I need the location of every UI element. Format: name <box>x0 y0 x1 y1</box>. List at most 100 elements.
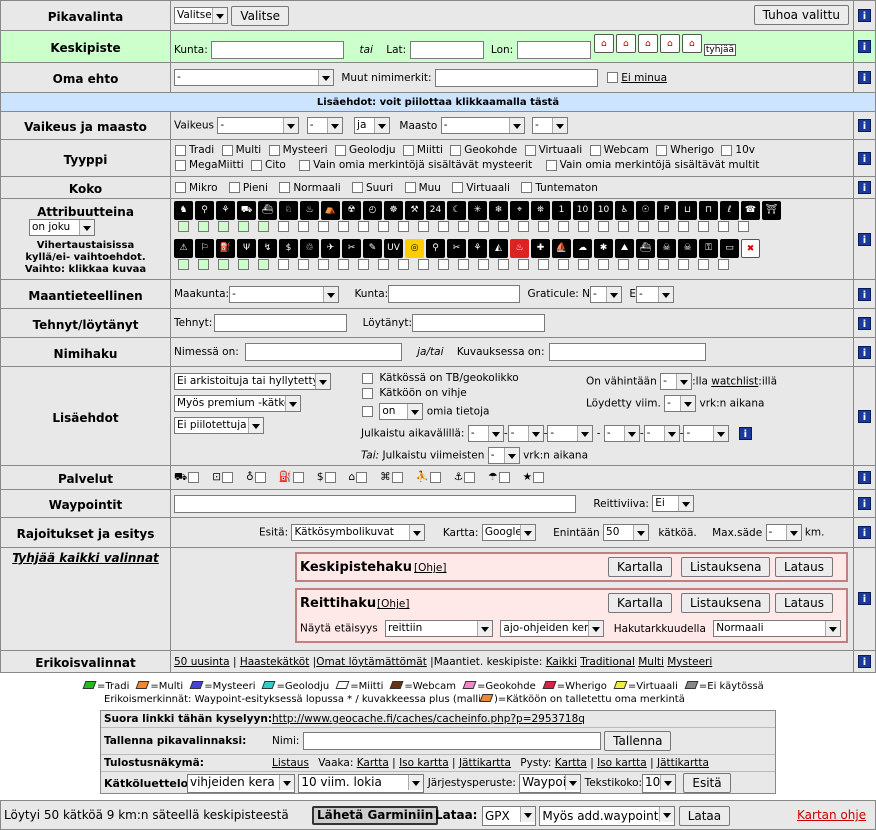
finder-input[interactable] <box>412 314 546 332</box>
row2-attribute-icon-18[interactable]: ⛵ <box>552 239 571 258</box>
row2-attribute-checkbox-14[interactable] <box>458 259 469 270</box>
row2-attribute-checkbox-2[interactable] <box>218 259 229 270</box>
type-cito-checkbox[interactable] <box>251 159 263 171</box>
type-webcam-checkbox[interactable] <box>589 144 601 156</box>
save-preset-button[interactable]: Tallenna <box>604 731 672 751</box>
row2-attribute-checkbox-24[interactable] <box>658 259 669 270</box>
row1-attribute-icon-0[interactable]: ♞ <box>174 201 193 220</box>
info-icon[interactable]: i <box>858 471 871 484</box>
size-mikro-checkbox[interactable] <box>175 182 186 193</box>
row1-attribute-icon-21[interactable]: ♿ <box>615 201 634 220</box>
center-map-button[interactable]: Kartalla <box>608 557 673 577</box>
service-checkbox-2[interactable] <box>254 471 266 483</box>
row2-attribute-checkbox-4[interactable] <box>258 259 269 270</box>
own-multis-checkbox[interactable] <box>545 159 557 171</box>
row1-attribute-icon-18[interactable]: 1 <box>552 201 571 220</box>
attribute-mode-select[interactable]: on joku <box>29 219 95 236</box>
size-muu-checkbox[interactable] <box>404 182 416 193</box>
size-suuri-checkbox[interactable] <box>352 182 364 193</box>
service-checkbox-8[interactable] <box>464 471 476 483</box>
max-count-select[interactable]: 50 <box>603 524 650 541</box>
service-checkbox-4[interactable] <box>324 471 336 483</box>
row1-attribute-icon-26[interactable]: ℓ <box>720 201 739 220</box>
info-icon[interactable]: i <box>858 526 871 539</box>
row1-attribute-icon-10[interactable]: ☸ <box>384 201 403 220</box>
row2-attribute-icon-27[interactable]: ✖ <box>741 239 760 258</box>
row2-attribute-icon-19[interactable]: ☁ <box>573 239 592 258</box>
row1-attribute-checkbox-21[interactable] <box>598 221 609 232</box>
send-garmin-button[interactable]: Lähetä Garminiin <box>312 806 439 825</box>
info-icon[interactable]: i <box>858 345 871 359</box>
challenges-link[interactable]: Haastekätköt <box>240 656 310 668</box>
route-list-button[interactable]: Listauksena <box>681 593 771 613</box>
download-button[interactable]: Lataa <box>678 806 731 826</box>
row1-attribute-checkbox-28[interactable] <box>738 221 749 232</box>
row1-attribute-checkbox-4[interactable] <box>258 221 269 232</box>
extra-conditions-toggle[interactable]: Lisäehdot: voit piilottaa klikkaamalla t… <box>0 92 876 112</box>
pub-to-year-select[interactable]: - <box>603 425 640 442</box>
row2-attribute-checkbox-5[interactable] <box>278 259 289 270</box>
row1-attribute-icon-23[interactable]: P <box>657 201 676 220</box>
row1-attribute-icon-7[interactable]: ⛺ <box>321 201 340 220</box>
lon-input[interactable] <box>516 41 591 59</box>
maakunta-select[interactable]: - <box>229 285 340 303</box>
row2-attribute-icon-13[interactable]: ✂ <box>447 239 466 258</box>
row1-attribute-checkbox-24[interactable] <box>658 221 669 232</box>
row1-attribute-icon-14[interactable]: ✳ <box>468 201 487 220</box>
distance-select[interactable]: reittiin <box>385 620 494 637</box>
list-logs-select[interactable]: 10 viim. lokia <box>298 773 425 793</box>
service-checkbox-0[interactable] <box>188 471 200 483</box>
pub-from-day-select[interactable]: - <box>547 425 594 442</box>
row1-attribute-icon-25[interactable]: ⊓ <box>699 201 718 220</box>
row1-attribute-checkbox-18[interactable] <box>538 221 549 232</box>
row2-attribute-icon-14[interactable]: ⚘ <box>468 239 487 258</box>
size-virtuaali-checkbox[interactable] <box>452 182 464 193</box>
row1-attribute-checkbox-11[interactable] <box>398 221 409 232</box>
info-icon[interactable]: i <box>738 426 752 440</box>
print-portrait-map-link[interactable]: Kartta <box>555 757 587 769</box>
map-help-link[interactable]: Kartan ohje <box>797 808 866 822</box>
row1-attribute-checkbox-14[interactable] <box>458 221 469 232</box>
row1-attribute-icon-9[interactable]: ◴ <box>363 201 382 220</box>
route-line-select[interactable]: Ei <box>652 495 695 512</box>
row1-attribute-checkbox-25[interactable] <box>678 221 689 232</box>
print-list-link[interactable]: Listaus <box>272 757 309 769</box>
own-info-checkbox[interactable] <box>362 406 373 417</box>
row2-attribute-checkbox-19[interactable] <box>558 259 569 270</box>
info-icon[interactable]: i <box>858 151 871 165</box>
home-5-icon[interactable]: ⌂ <box>681 34 702 53</box>
tb-checkbox[interactable] <box>362 372 373 384</box>
info-icon[interactable]: i <box>858 316 871 330</box>
found-recent-select[interactable]: - <box>664 395 697 412</box>
row1-attribute-icon-15[interactable]: ❄ <box>489 201 508 220</box>
terrain-min-select[interactable]: - <box>440 117 525 134</box>
row1-attribute-icon-22[interactable]: ☉ <box>636 201 655 220</box>
pub-recent-select[interactable]: - <box>487 447 520 464</box>
hider-input[interactable] <box>214 314 348 332</box>
row1-attribute-checkbox-27[interactable] <box>718 221 729 232</box>
info-icon[interactable]: i <box>858 232 871 246</box>
info-icon[interactable]: i <box>858 40 871 53</box>
home-1-icon[interactable]: ⌂ <box>593 34 614 53</box>
print-portrait-huge-link[interactable]: Jättikartta <box>657 757 709 769</box>
row2-attribute-checkbox-13[interactable] <box>438 259 449 270</box>
row2-attribute-checkbox-25[interactable] <box>678 259 689 270</box>
row2-attribute-checkbox-22[interactable] <box>618 259 629 270</box>
row2-attribute-icon-2[interactable]: ⛽ <box>216 239 235 258</box>
row2-attribute-checkbox-8[interactable] <box>338 259 349 270</box>
row1-attribute-icon-12[interactable]: 24 <box>426 201 445 220</box>
query-url-link[interactable]: http://www.geocache.fi/caches/cacheinfo.… <box>272 713 585 725</box>
home-4-icon[interactable]: ⌂ <box>659 34 680 53</box>
row1-attribute-checkbox-6[interactable] <box>298 221 309 232</box>
row1-attribute-icon-28[interactable]: ⛩ <box>762 201 781 220</box>
oma-ehto-select[interactable]: - <box>174 69 334 86</box>
type-virtuaali-checkbox[interactable] <box>524 144 536 156</box>
unfound-link[interactable]: Omat löytämättömät <box>316 656 427 668</box>
watchlist-select[interactable]: - <box>660 373 693 390</box>
service-checkbox-6[interactable] <box>391 471 403 483</box>
row1-attribute-checkbox-13[interactable] <box>438 221 449 232</box>
format-select[interactable]: GPX <box>482 806 536 826</box>
display-select[interactable]: Kätkösymbolikuvat <box>291 524 426 541</box>
info-icon[interactable]: i <box>858 287 871 301</box>
waypoints-input[interactable] <box>174 494 576 513</box>
